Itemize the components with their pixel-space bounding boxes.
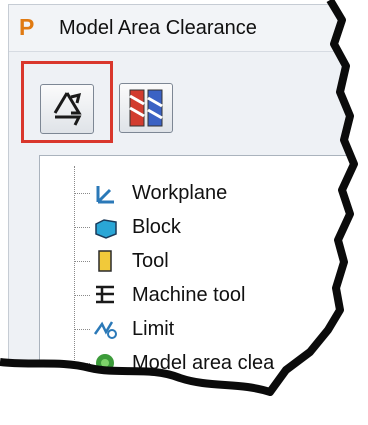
striped-pattern-icon bbox=[129, 89, 163, 127]
tree-item-model-area-clearance[interactable]: Model area clea bbox=[40, 348, 359, 378]
tree-item-limit[interactable]: Limit bbox=[40, 314, 359, 344]
highlight-frame bbox=[21, 61, 113, 143]
dialog-window: P Model Area Clearance Workplane Block T… bbox=[8, 4, 360, 420]
toolbar bbox=[9, 55, 359, 143]
tool-icon bbox=[98, 250, 112, 272]
tree-item-label: Limit bbox=[132, 318, 175, 340]
explorer-tree: Workplane Block Tool Machine tool Limit … bbox=[39, 155, 359, 419]
machine-tool-icon bbox=[96, 285, 114, 304]
workplane-axes-icon bbox=[96, 186, 114, 204]
parts-icon bbox=[107, 390, 127, 395]
tree-item-label: Workplane bbox=[132, 182, 228, 204]
block-icon bbox=[95, 219, 117, 239]
tree-item-label: Block bbox=[132, 216, 181, 238]
tree-item-label: Model area clea bbox=[132, 352, 275, 374]
tree-item-label: Pasta bbox=[144, 386, 196, 408]
toolpath-colors-button[interactable] bbox=[119, 83, 173, 133]
app-logo-icon: P bbox=[19, 14, 35, 40]
tree-item-tool[interactable]: Tool bbox=[40, 246, 359, 276]
tree-item-workplane[interactable]: Workplane bbox=[40, 178, 359, 208]
recalculate-button[interactable] bbox=[40, 84, 94, 134]
window-title: Model Area Clearance bbox=[59, 17, 257, 39]
limit-icon bbox=[93, 321, 117, 339]
tree-item-label: Tool bbox=[132, 250, 169, 272]
tree-item-block[interactable]: Block bbox=[40, 212, 359, 242]
tree-item-label: Machine tool bbox=[132, 284, 246, 306]
tree-item-machine-tool[interactable]: Machine tool bbox=[40, 280, 359, 310]
recycle-arrows-icon bbox=[53, 92, 82, 126]
title-bar: P Model Area Clearance bbox=[9, 5, 359, 52]
tree-item-parts[interactable]: Pasta bbox=[40, 382, 359, 412]
model-area-clearance-icon bbox=[96, 354, 114, 372]
